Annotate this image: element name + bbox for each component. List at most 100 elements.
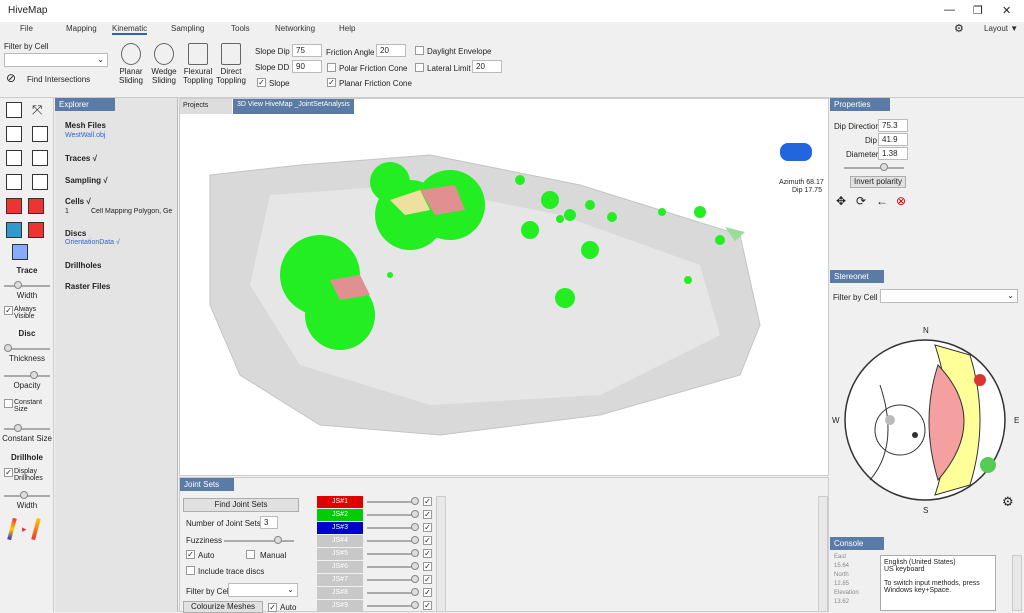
joint-set-slider[interactable] bbox=[367, 553, 417, 555]
drillhole-cube-icon[interactable] bbox=[12, 244, 28, 260]
cube-front-icon[interactable] bbox=[6, 126, 22, 142]
lateral-limit-input[interactable]: 20 bbox=[472, 60, 502, 73]
planar-friction-cone-checkbox[interactable]: ✓ bbox=[327, 78, 336, 87]
close-button[interactable]: ✕ bbox=[1002, 4, 1011, 17]
joint-set-knob[interactable] bbox=[411, 575, 419, 583]
menu-kinematic[interactable]: Kinematic bbox=[112, 24, 148, 35]
joint-set-slider[interactable] bbox=[367, 527, 417, 529]
lateral-limit-checkbox[interactable] bbox=[415, 63, 424, 72]
joint-set-visible-checkbox[interactable]: ✓ bbox=[423, 536, 432, 545]
joint-set-knob[interactable] bbox=[411, 497, 419, 505]
delete-icon[interactable]: ⊗ bbox=[896, 194, 906, 208]
menu-file[interactable]: File bbox=[20, 24, 33, 33]
joint-set-visible-checkbox[interactable]: ✓ bbox=[423, 601, 432, 610]
joint-set-visible-checkbox[interactable]: ✓ bbox=[423, 575, 432, 584]
manual-checkbox[interactable] bbox=[246, 550, 255, 559]
orientation-cube-icon[interactable] bbox=[780, 143, 812, 161]
polar-friction-cone-checkbox[interactable] bbox=[327, 63, 336, 72]
daylight-envelope-checkbox[interactable] bbox=[415, 46, 424, 55]
menu-networking[interactable]: Networking bbox=[275, 24, 315, 33]
trace-width-slider[interactable] bbox=[4, 285, 50, 287]
joint-set-label[interactable]: JS#4 bbox=[317, 535, 363, 547]
joint-set-knob[interactable] bbox=[411, 536, 419, 544]
joint-set-row[interactable]: JS#6 ✓ bbox=[317, 561, 437, 573]
slope-dd-input[interactable]: 90 bbox=[292, 60, 322, 73]
joint-set-slider[interactable] bbox=[367, 592, 417, 594]
fuzziness-knob[interactable] bbox=[274, 536, 282, 544]
menu-tools[interactable]: Tools bbox=[231, 24, 250, 33]
discs-item[interactable]: Discs bbox=[65, 229, 86, 238]
joint-set-label[interactable]: JS#6 bbox=[317, 561, 363, 573]
move-icon[interactable]: ✥ bbox=[836, 194, 846, 208]
joint-set-knob[interactable] bbox=[411, 510, 419, 518]
friction-angle-input[interactable]: 20 bbox=[376, 44, 406, 57]
joint-set-row[interactable]: JS#8 ✓ bbox=[317, 587, 437, 599]
auto-checkbox[interactable]: ✓ bbox=[186, 550, 195, 559]
joint-set-visible-checkbox[interactable]: ✓ bbox=[423, 497, 432, 506]
joint-set-slider[interactable] bbox=[367, 579, 417, 581]
arrow-left-icon[interactable]: ← bbox=[876, 194, 888, 208]
menu-mapping[interactable]: Mapping bbox=[66, 24, 97, 33]
rock-mesh-canvas[interactable] bbox=[180, 115, 828, 475]
console-scrollbar[interactable] bbox=[1012, 555, 1022, 611]
cell-item[interactable]: Cell Mapping Polygon, Ge bbox=[91, 208, 177, 215]
joint-set-label[interactable]: JS#9 bbox=[317, 600, 363, 612]
cube-bottom-icon[interactable] bbox=[32, 174, 48, 190]
opacity-knob[interactable] bbox=[30, 371, 38, 379]
trace-width-knob[interactable] bbox=[14, 281, 22, 289]
gear-icon[interactable]: ⚙ bbox=[954, 22, 964, 35]
drillhole-color-icon[interactable] bbox=[7, 517, 17, 541]
mesh-file-item[interactable]: WestWall.obj bbox=[65, 132, 105, 139]
slope-checkbox[interactable]: ✓ bbox=[257, 78, 266, 87]
mesh-files-item[interactable]: Mesh Files bbox=[65, 121, 106, 130]
panel-scrollbar[interactable] bbox=[818, 496, 828, 612]
joint-set-label[interactable]: JS#2 bbox=[317, 509, 363, 521]
cube-icon[interactable] bbox=[6, 102, 22, 118]
fuzziness-slider[interactable] bbox=[224, 540, 294, 542]
dip-input[interactable]: 41.9 bbox=[878, 133, 908, 146]
tab-3d-view[interactable]: 3D View HiveMap _JointSetAnalysis bbox=[233, 99, 354, 114]
joint-set-row[interactable]: JS#1 ✓ bbox=[317, 496, 437, 508]
joint-set-row[interactable]: JS#4 ✓ bbox=[317, 535, 437, 547]
menu-help[interactable]: Help bbox=[339, 24, 355, 33]
joint-set-visible-checkbox[interactable]: ✓ bbox=[423, 523, 432, 532]
constant-size-checkbox[interactable] bbox=[4, 399, 13, 408]
thickness-knob[interactable] bbox=[4, 344, 12, 352]
tab-projects[interactable]: Projects bbox=[180, 99, 232, 114]
dip-direction-input[interactable]: 75.3 bbox=[878, 119, 908, 132]
joint-set-slider[interactable] bbox=[367, 501, 417, 503]
find-intersections-button[interactable]: Find Intersections bbox=[27, 75, 90, 84]
joint-set-scrollbar[interactable] bbox=[436, 496, 446, 612]
joint-set-slider[interactable] bbox=[367, 540, 417, 542]
cube-left-icon[interactable] bbox=[6, 150, 22, 166]
wedge-sliding-button[interactable]: Wedge Sliding bbox=[150, 43, 178, 85]
joint-set-row[interactable]: JS#2 ✓ bbox=[317, 509, 437, 521]
colourize-meshes-button[interactable]: Colourize Meshes bbox=[183, 601, 263, 613]
sampling-item[interactable]: Sampling √ bbox=[65, 176, 108, 185]
joint-set-knob[interactable] bbox=[411, 549, 419, 557]
joint-set-label[interactable]: JS#8 bbox=[317, 587, 363, 599]
cube-back-icon[interactable] bbox=[32, 126, 48, 142]
intersection-icon[interactable]: ⊘ bbox=[6, 71, 16, 85]
joint-set-visible-checkbox[interactable]: ✓ bbox=[423, 549, 432, 558]
raster-files-item[interactable]: Raster Files bbox=[65, 282, 110, 291]
color-transfer-icon[interactable] bbox=[6, 222, 22, 238]
color-cube-icon[interactable] bbox=[6, 198, 22, 214]
color-cube-red-icon[interactable] bbox=[28, 222, 44, 238]
opacity-slider[interactable] bbox=[4, 375, 50, 377]
joint-set-visible-checkbox[interactable]: ✓ bbox=[423, 588, 432, 597]
layout-menu[interactable]: Layout ▼ bbox=[984, 24, 1018, 33]
filter-by-cell-js-select[interactable]: ⌄ bbox=[228, 583, 298, 597]
display-drillholes-checkbox[interactable]: ✓ bbox=[4, 468, 13, 477]
traces-item[interactable]: Traces √ bbox=[65, 154, 97, 163]
planar-sliding-button[interactable]: Planar Sliding bbox=[118, 43, 144, 85]
drillholes-item[interactable]: Drillholes bbox=[65, 261, 101, 270]
auto2-checkbox[interactable]: ✓ bbox=[268, 603, 277, 612]
minimize-button[interactable]: — bbox=[944, 4, 955, 16]
settings-gear-icon[interactable]: ⚙ bbox=[1002, 494, 1014, 510]
joint-set-visible-checkbox[interactable]: ✓ bbox=[423, 562, 432, 571]
slope-dip-input[interactable]: 75 bbox=[292, 44, 322, 57]
always-visible-checkbox[interactable]: ✓ bbox=[4, 306, 13, 315]
joint-set-label[interactable]: JS#7 bbox=[317, 574, 363, 586]
joint-set-slider[interactable] bbox=[367, 566, 417, 568]
